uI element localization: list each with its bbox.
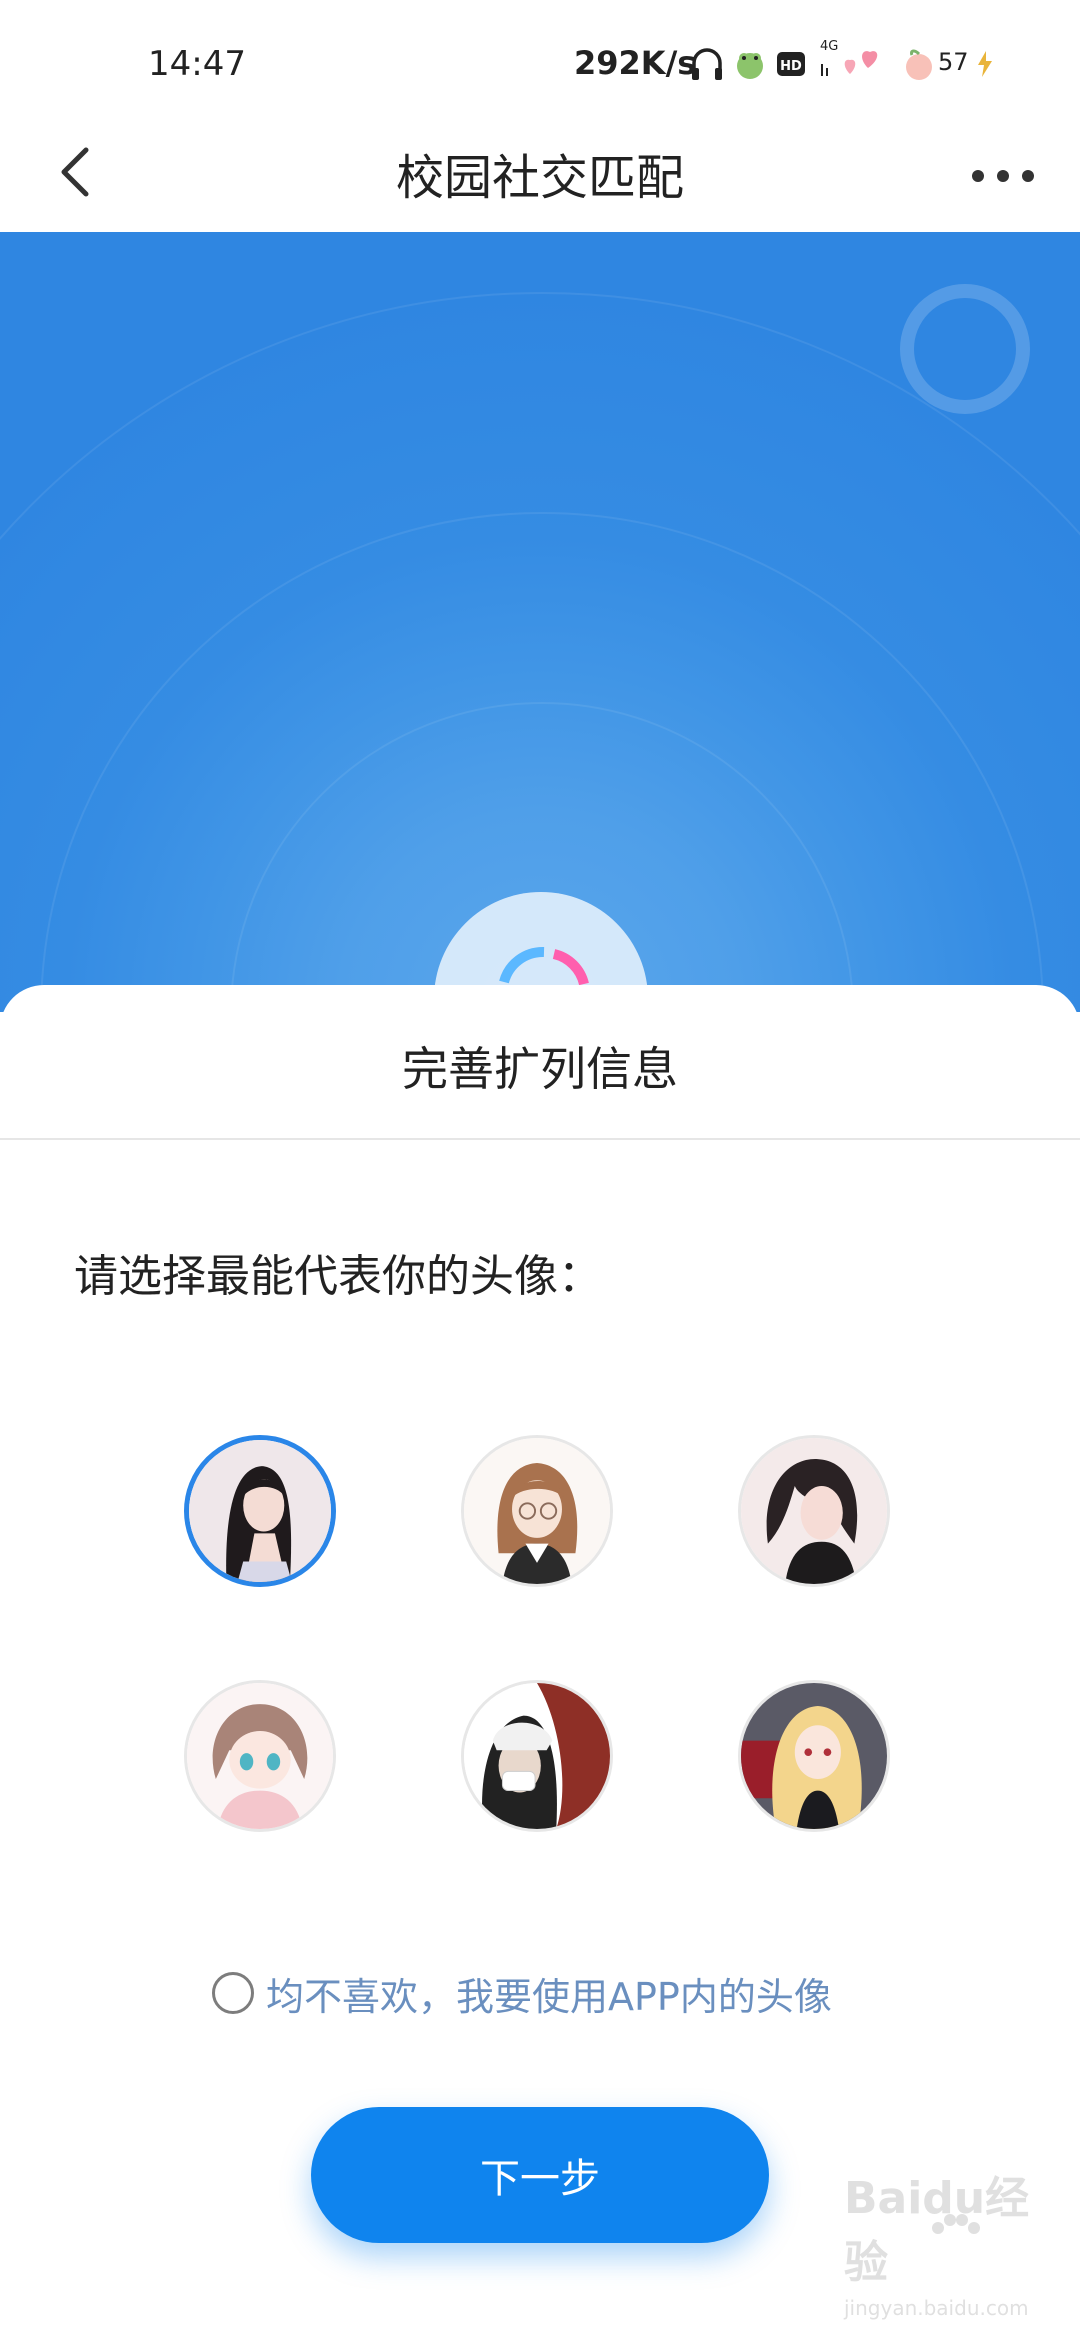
info-sheet: 完善扩列信息 请选择最能代表你的头像： 均不喜欢，我要使用APP内的头像 下一步… — [0, 985, 1080, 2340]
status-bar: 14:47 292K/s HD 4G 57 — [0, 0, 1080, 120]
battery-level: 57 — [938, 48, 969, 76]
watermark-url: jingyan.baidu.com — [844, 2296, 1029, 2320]
twin-tails-girl-avatar-icon — [187, 1683, 333, 1829]
avatar-option-6[interactable] — [738, 1680, 890, 1832]
hero-banner — [0, 232, 1080, 1012]
blonde-girl-avatar-icon — [741, 1683, 887, 1829]
avatar-option-4[interactable] — [184, 1680, 336, 1832]
use-app-avatar-option[interactable]: 均不喜欢，我要使用APP内的头像 — [212, 1965, 832, 2021]
masked-girl-avatar-icon — [464, 1683, 610, 1829]
radio-button[interactable] — [212, 1972, 254, 2014]
avatar-option-5[interactable] — [461, 1680, 613, 1832]
use-app-avatar-label: 均不喜欢，我要使用APP内的头像 — [266, 1974, 832, 2019]
hearts-sticker-icon — [840, 44, 884, 84]
page-title: 校园社交匹配 — [395, 150, 684, 206]
more-button[interactable] — [968, 156, 1038, 196]
anime-girl-avatar-icon — [189, 1440, 331, 1582]
svg-text:4G: 4G — [820, 39, 838, 54]
divider — [0, 1138, 1080, 1140]
nav-header: 校园社交匹配 — [0, 120, 1080, 232]
glasses-girl-avatar-icon — [464, 1438, 610, 1584]
status-time: 14:47 — [148, 44, 246, 84]
sheet-title: 完善扩列信息 — [402, 1042, 678, 1096]
avatar-prompt: 请选择最能代表你的头像： — [74, 1251, 602, 1302]
frog-sticker-icon — [732, 44, 768, 84]
next-step-button[interactable]: 下一步 — [311, 2107, 769, 2243]
headphones-icon — [690, 44, 724, 84]
short-hair-girl-avatar-icon — [741, 1438, 887, 1584]
network-speed: 292K/s — [574, 44, 697, 82]
avatar-option-1[interactable] — [184, 1435, 336, 1587]
avatar-option-2[interactable] — [461, 1435, 613, 1587]
svg-text:HD: HD — [780, 59, 802, 74]
avatar-option-3[interactable] — [738, 1435, 890, 1587]
baidu-watermark: Baidu经验 jingyan.baidu.com — [844, 2173, 1044, 2320]
charging-icon — [972, 44, 998, 84]
decorative-circle-icon — [900, 284, 1030, 414]
more-dots-icon — [972, 170, 1034, 182]
peach-sticker-icon — [900, 44, 938, 84]
hd-icon: HD — [776, 44, 806, 84]
watermark-text: Baidu经验 — [844, 2173, 1030, 2288]
